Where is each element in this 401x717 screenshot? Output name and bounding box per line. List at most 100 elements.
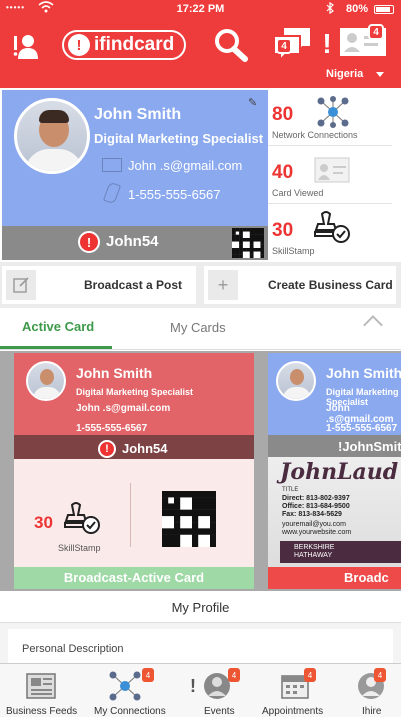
card-title: Digital Marketing Specialist [76, 387, 194, 397]
business-card-icon[interactable]: 4 [338, 24, 388, 58]
card-biz-email: youremail@you.com [282, 521, 346, 528]
avatar [276, 361, 316, 401]
broadcast-post-label: Broadcast a Post [84, 278, 183, 292]
chevron-down-icon[interactable] [376, 72, 384, 77]
card-phone: 1-555-555-6567 [326, 423, 398, 434]
company-name-line-1: BERKSHIRE [294, 544, 335, 551]
personal-description-field[interactable]: Personal Description [8, 629, 393, 663]
stat-value: 40 [272, 162, 294, 183]
status-time: 17:22 PM [176, 3, 225, 15]
card-handle: John54 [122, 441, 168, 456]
stat-value: 30 [272, 220, 294, 241]
card-email: John .s@gmail.com [76, 403, 171, 414]
tab-my-cards[interactable]: My Cards [170, 320, 226, 335]
card-phone: 1-555-555-6567 [76, 423, 148, 434]
compose-icon [6, 270, 36, 300]
alert-icon: ! [78, 231, 100, 253]
nav-my-connections[interactable]: 4 My Connections [84, 664, 178, 717]
stat-value: 80 [272, 104, 294, 125]
battery-percent: 80% [346, 3, 369, 15]
broadcast-post-button[interactable]: Broadcast a Post [2, 266, 196, 304]
chevron-up-icon[interactable] [363, 315, 383, 335]
active-card-preview[interactable]: ✎ John Smith Digital Marketing Specialis… [2, 90, 268, 260]
phone-icon [102, 181, 122, 205]
nav-label: My Connections [94, 706, 166, 717]
nav-appointments[interactable]: 4 Appointments [258, 664, 338, 717]
chat-badge: 4 [276, 38, 292, 54]
card-email: John .s@gmail.com [128, 158, 243, 173]
nav-label: Events [204, 706, 235, 717]
avatar [14, 98, 90, 174]
card-phone: 1-555-555-6567 [128, 187, 221, 202]
stamp-icon [314, 211, 350, 243]
profile-icon[interactable] [10, 30, 42, 62]
divider [130, 483, 131, 547]
my-profile-panel: My Profile Personal Description [0, 591, 401, 663]
stat-label: Network Connections [272, 130, 358, 140]
nav-badge: 4 [304, 668, 316, 682]
nav-badge: 4 [374, 668, 386, 682]
card-name: John Smith [94, 106, 182, 123]
card-handle: John54 [106, 233, 159, 250]
nav-badge: 4 [228, 668, 240, 682]
broadcast-card-button[interactable]: Broadc [268, 567, 401, 589]
company-band: BERKSHIRE HATHAWAY [280, 541, 401, 563]
stat-network-connections[interactable]: 80 Network Connections [268, 90, 392, 146]
company-name-line-2: HATHAWAY [294, 552, 333, 559]
skillstamp-label: SkillStamp [58, 543, 101, 553]
card-biz-title: TITLE [282, 487, 299, 493]
my-profile-header[interactable]: My Profile [0, 591, 401, 623]
nav-label: Ihire [362, 706, 382, 717]
nav-badge: 4 [142, 668, 154, 682]
skillstamp-value: 30 [34, 513, 53, 532]
chat-icon[interactable]: 4 [270, 24, 314, 62]
card-signature: JohnLaud [280, 459, 399, 485]
cards-carousel[interactable]: John Smith Digital Marketing Specialist … [0, 351, 401, 591]
country-selector[interactable]: Nigeria [326, 68, 363, 80]
logo-text: ifindcard [94, 34, 175, 55]
business-card-image: JohnLaud TITLE Direct: 813-802-9397 Offi… [268, 457, 401, 567]
battery-icon [374, 5, 394, 14]
card-name: John Smith [76, 365, 153, 381]
events-alert-icon: ! [190, 676, 196, 696]
stamp-icon [64, 502, 100, 534]
qr-code-icon [232, 228, 265, 259]
broadcast-active-card-button[interactable]: Broadcast-Active Card [14, 567, 254, 589]
create-business-card-button[interactable]: + Create Business Card [204, 266, 396, 304]
business-card-secondary[interactable]: John Smith Digital Marketing Specialist … [268, 353, 401, 589]
stat-skillstamp[interactable]: 30 SkillStamp [268, 206, 392, 262]
card-biz-fax: Fax: 813-834-5629 [282, 511, 342, 518]
business-card-active[interactable]: John Smith Digital Marketing Specialist … [14, 353, 254, 589]
nav-business-feeds[interactable]: Business Feeds [0, 664, 84, 717]
qr-code-icon [162, 491, 217, 548]
ifindcard-logo[interactable]: ! ifindcard [62, 30, 186, 60]
stat-card-viewed[interactable]: 40 Card Viewed [268, 148, 392, 204]
card-title: Digital Marketing Specialist [94, 131, 264, 146]
status-bar: ••••• 17:22 PM 80% [0, 0, 401, 18]
card-icon [314, 157, 350, 183]
stat-label: SkillStamp [272, 246, 315, 256]
card-biz-web: www.yourwebsite.com [282, 529, 352, 536]
news-icon [26, 673, 56, 699]
stat-label: Card Viewed [272, 188, 324, 198]
nav-ihire[interactable]: 4 Ihire [338, 664, 401, 717]
search-icon[interactable] [212, 28, 250, 62]
card-tabs: Active Card My Cards [0, 310, 401, 350]
nav-label: Appointments [262, 706, 324, 717]
nav-events[interactable]: ! 4 Events [178, 664, 258, 717]
logo-mark-icon: ! [68, 34, 90, 56]
alert-icon: ! [98, 440, 116, 458]
edit-pencil-icon[interactable]: ✎ [248, 96, 257, 109]
nav-label: Business Feeds [6, 706, 78, 717]
card-badge: 4 [368, 24, 384, 40]
tab-active-card[interactable]: Active Card [22, 319, 94, 334]
avatar [26, 361, 66, 401]
app-header: ••••• 17:22 PM 80% ! ifindcard 4 ! 4 Nig… [0, 0, 401, 88]
alert-icon[interactable]: ! [320, 24, 334, 64]
personal-description-label: Personal Description [22, 643, 124, 655]
create-business-card-label: Create Business Card [268, 278, 393, 292]
network-icon [317, 96, 349, 128]
email-icon [102, 158, 122, 172]
my-profile-title: My Profile [171, 600, 230, 615]
bottom-nav: Business Feeds 4 My Connections ! 4 Even… [0, 663, 401, 717]
